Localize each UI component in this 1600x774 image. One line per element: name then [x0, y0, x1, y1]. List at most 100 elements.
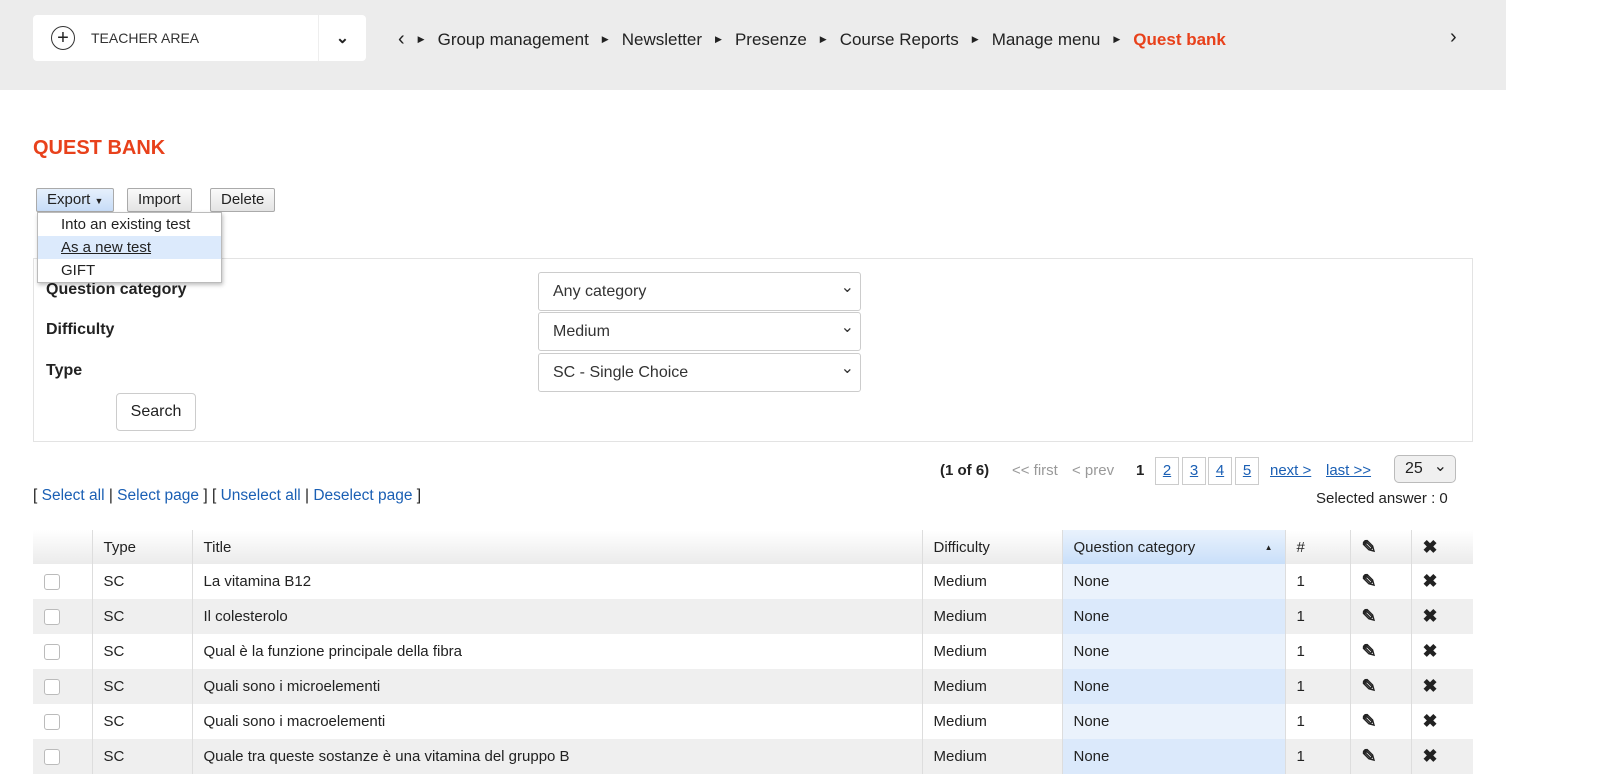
- table-row: SC Il colesterolo Medium None 1 ✎ ✖: [33, 599, 1473, 634]
- category-header-label: Question category: [1073, 538, 1196, 556]
- delete-icon[interactable]: ✖: [1423, 676, 1438, 696]
- menu-item-gift[interactable]: GIFT: [38, 259, 221, 282]
- export-label: Export: [47, 191, 91, 208]
- difficulty-cell: Medium: [921, 599, 1062, 634]
- page-2-link[interactable]: 2: [1155, 457, 1179, 485]
- breadcrumb-current[interactable]: Quest bank: [1133, 30, 1226, 50]
- difficulty-cell: Medium: [921, 564, 1062, 599]
- select-page-link[interactable]: Select page: [117, 487, 199, 504]
- menu-item-as-new-test[interactable]: As a new test: [38, 236, 221, 259]
- breadcrumb-group-management[interactable]: Group management: [438, 30, 589, 50]
- edit-cell: ✎: [1349, 739, 1411, 774]
- row-checkbox[interactable]: [44, 643, 60, 660]
- import-button[interactable]: Import: [127, 188, 192, 212]
- unselect-all-link[interactable]: Unselect all: [221, 487, 301, 504]
- type-cell: SC: [91, 739, 192, 774]
- table-row: SC Qual è la funzione principale della f…: [33, 634, 1473, 669]
- first-link: << first: [1012, 462, 1058, 479]
- delete-icon: ✖: [1422, 536, 1438, 557]
- select-all-link[interactable]: Select all: [42, 487, 105, 504]
- delete-icon[interactable]: ✖: [1423, 606, 1438, 626]
- prev-link: < prev: [1072, 462, 1115, 479]
- type-cell: SC: [91, 634, 192, 669]
- type-column-header[interactable]: Type: [91, 530, 192, 564]
- count-cell: 1: [1284, 739, 1350, 774]
- page-5-link[interactable]: 5: [1235, 457, 1259, 485]
- row-checkbox[interactable]: [44, 748, 60, 765]
- count-cell: 1: [1284, 704, 1350, 739]
- edit-cell: ✎: [1349, 669, 1411, 704]
- category-cell: None: [1061, 669, 1285, 704]
- count-column-header: #: [1284, 530, 1350, 564]
- chevron-left-icon[interactable]: ‹: [398, 28, 405, 51]
- breadcrumb-manage-menu[interactable]: Manage menu: [992, 30, 1101, 50]
- type-select[interactable]: SC - Single Choice: [538, 353, 861, 392]
- page-4-link[interactable]: 4: [1208, 457, 1232, 485]
- difficulty-label: Difficulty: [46, 321, 115, 338]
- difficulty-column-header[interactable]: Difficulty: [921, 530, 1062, 564]
- chevron-down-icon[interactable]: ⌄: [318, 15, 366, 61]
- edit-icon[interactable]: ✎: [1362, 711, 1377, 731]
- difficulty-cell: Medium: [921, 669, 1062, 704]
- category-column-header[interactable]: Question category ▲: [1061, 530, 1285, 564]
- next-link[interactable]: next >: [1270, 462, 1311, 479]
- menu-item-into-existing-test[interactable]: Into an existing test: [38, 213, 221, 236]
- select-column-header: [33, 530, 92, 564]
- per-page-select[interactable]: 25: [1394, 455, 1456, 483]
- last-link[interactable]: last >>: [1326, 462, 1371, 479]
- difficulty-select[interactable]: Medium: [538, 312, 861, 351]
- delete-cell: ✖: [1410, 669, 1473, 704]
- edit-icon[interactable]: ✎: [1362, 606, 1377, 626]
- title-cell: Il colesterolo: [191, 599, 922, 634]
- breadcrumb-separator-icon: ▶: [715, 34, 722, 44]
- chevron-right-icon[interactable]: ›: [1450, 26, 1457, 49]
- title-cell: Quale tra queste sostanze è una vitamina…: [191, 739, 922, 774]
- search-button[interactable]: Search: [116, 393, 196, 431]
- questions-table: Type Title Difficulty Question category ▲…: [33, 530, 1473, 774]
- title-cell: La vitamina B12: [191, 564, 922, 599]
- breadcrumb-separator-icon: ▶: [971, 34, 979, 44]
- edit-icon: ✎: [1361, 536, 1377, 557]
- row-checkbox[interactable]: [44, 713, 60, 730]
- edit-icon[interactable]: ✎: [1362, 571, 1377, 591]
- delete-icon[interactable]: ✖: [1423, 571, 1438, 591]
- row-select-cell: [33, 634, 92, 669]
- teacher-area-label: TEACHER AREA: [91, 30, 200, 46]
- delete-icon[interactable]: ✖: [1423, 641, 1438, 661]
- breadcrumb-newsletter[interactable]: Newsletter: [622, 30, 702, 50]
- delete-icon[interactable]: ✖: [1423, 711, 1438, 731]
- type-label: Type: [46, 362, 83, 379]
- page-3-link[interactable]: 3: [1182, 457, 1206, 485]
- category-select[interactable]: Any category: [538, 272, 861, 311]
- row-select-cell: [33, 599, 92, 634]
- title-column-header[interactable]: Title: [191, 530, 922, 564]
- delete-cell: ✖: [1410, 739, 1473, 774]
- edit-cell: ✎: [1349, 564, 1411, 599]
- edit-icon[interactable]: ✎: [1362, 746, 1377, 766]
- edit-cell: ✎: [1349, 599, 1411, 634]
- menu-item-label: As a new test: [61, 239, 152, 256]
- row-checkbox[interactable]: [44, 608, 60, 625]
- edit-icon[interactable]: ✎: [1362, 641, 1377, 661]
- type-cell: SC: [91, 704, 192, 739]
- breadcrumb-presenze[interactable]: Presenze: [735, 30, 807, 50]
- row-checkbox[interactable]: [44, 678, 60, 695]
- export-button[interactable]: Export ▼: [36, 188, 115, 212]
- teacher-area-selector[interactable]: + TEACHER AREA ⌄: [33, 15, 366, 61]
- delete-icon[interactable]: ✖: [1423, 746, 1438, 766]
- difficulty-cell: Medium: [921, 739, 1062, 774]
- row-checkbox[interactable]: [44, 573, 60, 590]
- breadcrumb-separator-icon: ▶: [819, 34, 827, 44]
- breadcrumb-separator-icon: ▶: [1113, 34, 1121, 44]
- deselect-page-link[interactable]: Deselect page: [313, 487, 412, 504]
- edit-icon[interactable]: ✎: [1362, 676, 1377, 696]
- breadcrumb-course-reports[interactable]: Course Reports: [840, 30, 959, 50]
- delete-button[interactable]: Delete: [210, 188, 276, 212]
- edit-cell: ✎: [1349, 704, 1411, 739]
- breadcrumb: ‹ ▶ Group management ▶ Newsletter ▶ Pres…: [398, 28, 1226, 51]
- category-cell: None: [1061, 599, 1285, 634]
- breadcrumb-separator-icon: ▶: [601, 34, 609, 44]
- category-cell: None: [1061, 564, 1285, 599]
- current-page: 1: [1136, 462, 1145, 479]
- plus-circle-icon: +: [51, 26, 75, 50]
